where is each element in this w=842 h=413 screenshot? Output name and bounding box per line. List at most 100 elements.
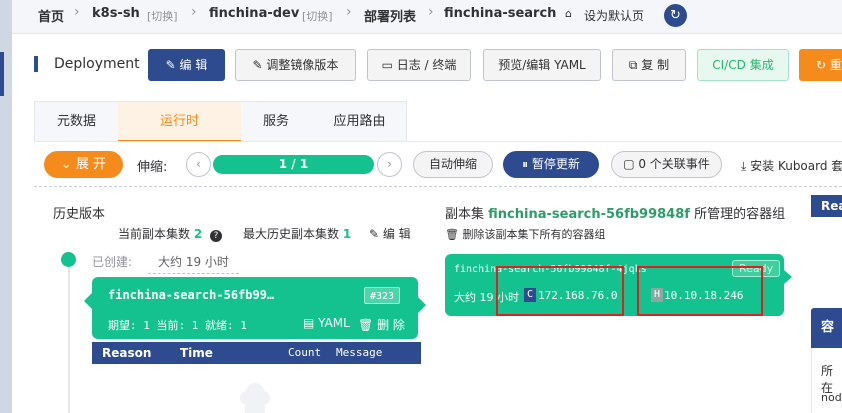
copy-label: 复 制 [641, 58, 670, 72]
chevron-right-icon: › [74, 4, 80, 20]
trash-icon: 🗑 [445, 228, 463, 241]
namespace-switch-link[interactable]: [切换] [302, 8, 333, 24]
current-replicas-value: 2 [193, 227, 203, 241]
adjust-image-label: 调整镜像版本 [266, 58, 339, 72]
edit-button[interactable]: ✎ 编 辑 [148, 49, 225, 81]
replicaset-title-name: finchina-search-56fb99848f [488, 207, 690, 222]
monitor-icon: ▭ [381, 58, 397, 72]
events-button[interactable]: ▢ 0 个关联事件 [611, 151, 722, 178]
help-icon[interactable]: ? [210, 230, 223, 242]
right-section-body: 所在 node [811, 348, 842, 413]
breadcrumb-list[interactable]: 部署列表 [364, 6, 416, 25]
tab-ingress[interactable]: 应用路由 [311, 102, 408, 142]
revision-badge: #323 [364, 287, 401, 304]
section-marker [34, 56, 38, 72]
events-label: 0 个关联事件 [638, 157, 710, 171]
download-icon: ⤓ [741, 159, 751, 173]
history-edit-link[interactable]: ✎ 编 辑 [369, 225, 411, 242]
tab-bar: 元数据 运行时 服务 应用路由 [34, 101, 408, 142]
cicd-button[interactable]: CI/CD 集成 [697, 49, 789, 81]
pause-update-button[interactable]: ⏸ 暂停更新 [503, 151, 599, 178]
right-table-header: Rea [811, 195, 842, 217]
history-edit-label: 编 辑 [382, 227, 411, 241]
replicaset-title: 副本集 finchina-search-56fb99848f 所管理的容器组 [445, 203, 785, 222]
delete-all-pods-label: 删除该副本集下所有的容器组 [462, 228, 606, 241]
breadcrumb-current: finchina-search [444, 6, 557, 21]
copy-icon: ⧉ [628, 58, 642, 72]
chevron-right-icon: › [191, 4, 197, 20]
install-kuboard-label: 安装 Kuboard 套 [750, 159, 842, 173]
scale-label: 伸缩: [137, 160, 168, 175]
replicaset-status: 期望: 1 当前: 1 就绪: 1 [108, 319, 247, 332]
chevron-left-icon: ‹ [196, 157, 201, 171]
tab-services[interactable]: 服务 [241, 102, 311, 142]
tab-runtime[interactable]: 运行时 [118, 102, 241, 142]
replicaset-prefix: 副本集 [445, 207, 485, 222]
breadcrumb-namespace[interactable]: finchina-dev [209, 6, 299, 21]
card-pointer-right [784, 270, 792, 284]
replicaset-card[interactable]: finchina-search-56fb99… #323 期望: 1 当前: 1… [84, 277, 426, 339]
preview-yaml-button[interactable]: 预览/编辑 YAML [483, 49, 601, 81]
highlight-box-host-ip [637, 266, 763, 316]
history-title: 历史版本 [53, 207, 106, 222]
home-icon: ⌂ [565, 7, 572, 20]
pause-icon: ⏸ [522, 157, 532, 171]
delete-all-pods-link[interactable]: 🗑 删除该副本集下所有的容器组 [445, 226, 605, 242]
card-pointer-right [418, 297, 426, 313]
chevron-right-icon: › [346, 4, 352, 20]
timeline-line [68, 260, 70, 413]
column-time: Time [180, 346, 213, 360]
logs-terminal-button[interactable]: ▭ 日志 / 终端 [367, 49, 471, 81]
column-count: Count [288, 346, 322, 359]
left-nav-indicator [0, 52, 4, 96]
cluster-switch-link[interactable]: [切换] [147, 8, 178, 24]
set-default-link[interactable]: 设为默认页 [584, 7, 644, 24]
max-history-info: 最大历史副本集数 1 [243, 225, 351, 242]
bell-icon: ▢ [623, 157, 639, 171]
expand-button[interactable]: ⌄ 展 开 [44, 151, 123, 178]
restart-label: 重 [829, 58, 842, 72]
breadcrumb-home[interactable]: 首页 [38, 6, 64, 25]
edit-button-label: 编 辑 [179, 58, 208, 72]
replicaset-name: finchina-search-56fb99… [108, 288, 275, 302]
edit-icon: ✎ [165, 58, 180, 72]
replicaset-yaml-link[interactable]: ▤ YAML [303, 316, 350, 330]
section-divider [34, 186, 842, 187]
chevron-down-icon: ⌄ [60, 157, 76, 172]
pencil-icon: ✎ [369, 227, 383, 241]
scale-up-button[interactable]: › [377, 152, 402, 177]
left-nav-rail [0, 0, 12, 413]
autoscale-button[interactable]: 自动伸缩 [413, 151, 493, 178]
scale-down-button[interactable]: ‹ [186, 152, 211, 177]
refresh-button[interactable]: ↻ [664, 4, 687, 27]
right-text-2: node [821, 391, 842, 404]
kind-label: Deployment [54, 56, 140, 72]
replica-count-bar: 1 / 1 [213, 155, 374, 174]
yaml-label: YAML [318, 316, 350, 330]
chevron-right-icon: › [428, 4, 434, 20]
current-replicas-info: 当前副本集数 2 ? [118, 225, 223, 242]
replicaset-delete-link[interactable]: 🗑 删 除 [358, 316, 405, 333]
card-pointer [84, 293, 92, 309]
adjust-image-button[interactable]: ✎ 调整镜像版本 [235, 49, 356, 81]
max-history-label: 最大历史副本集数 [243, 227, 340, 241]
created-label: 已创建: [92, 255, 133, 269]
created-value: 大约 19 小时 [148, 253, 239, 274]
restart-button[interactable]: ↻ 重 [799, 49, 842, 81]
empty-state-icon [236, 378, 274, 413]
breadcrumb-cluster[interactable]: k8s-sh [92, 6, 140, 21]
timeline-dot [61, 252, 76, 267]
right-section-title: 容 [811, 308, 842, 348]
refresh-icon: ↻ [670, 8, 681, 23]
expand-label: 展 开 [75, 157, 107, 172]
delete-label: 删 除 [377, 318, 405, 332]
highlight-box-container-ip [496, 266, 624, 316]
replicaset-suffix: 所管理的容器组 [694, 207, 786, 222]
chevron-right-icon: › [387, 157, 392, 171]
column-reason: Reason [102, 346, 152, 360]
copy-button[interactable]: ⧉ 复 制 [612, 49, 686, 81]
install-kuboard-link[interactable]: ⤓ 安装 Kuboard 套 [741, 157, 842, 174]
max-history-value: 1 [342, 227, 352, 241]
trash-icon: 🗑 [358, 318, 378, 332]
tab-metadata[interactable]: 元数据 [35, 102, 118, 142]
